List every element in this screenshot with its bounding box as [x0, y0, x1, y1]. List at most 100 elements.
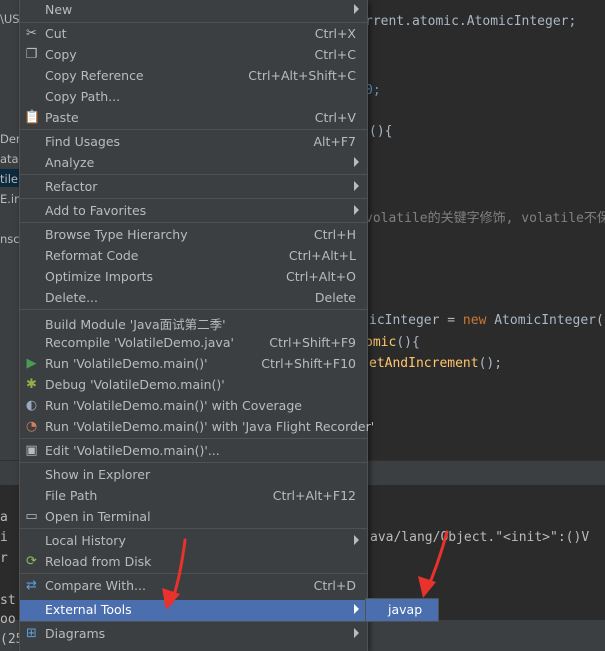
- menu-item-recompile[interactable]: Recompile 'VolatileDemo.java' Ctrl+Shift+…: [20, 333, 367, 354]
- menu-item-label: Copy Path...: [45, 89, 121, 104]
- menu-item-show-in-explorer[interactable]: Show in Explorer: [20, 465, 367, 486]
- menu-separator: [20, 129, 367, 130]
- menu-item-label: Copy: [45, 47, 77, 62]
- copy-icon: ❐: [25, 47, 38, 62]
- menu-separator: [20, 174, 367, 175]
- menu-item-label: Run 'VolatileDemo.main()' with 'Java Fli…: [45, 419, 375, 434]
- menu-item-shortcut: Ctrl+D: [313, 578, 356, 593]
- menu-item-label: Analyze: [45, 155, 95, 170]
- menu-item-new[interactable]: New: [20, 0, 367, 21]
- scissors-icon: ✂: [26, 26, 37, 41]
- menu-item-shortcut: Delete: [314, 290, 356, 305]
- menu-item-label: Cut: [45, 26, 67, 41]
- menu-item-copy-reference[interactable]: Copy Reference Ctrl+Alt+Shift+C: [20, 66, 367, 87]
- menu-item-label: Diagrams: [45, 626, 106, 641]
- submenu-arrow-icon: [354, 205, 359, 215]
- code-token: (){: [396, 335, 420, 350]
- menu-separator: [20, 198, 367, 199]
- menu-item-external-tools[interactable]: External Tools: [20, 600, 367, 621]
- menu-item-add-to-favorites[interactable]: Add to Favorites: [20, 201, 367, 222]
- menu-item-cut[interactable]: ✂ Cut Ctrl+X: [20, 24, 367, 45]
- menu-item-shortcut: Ctrl+C: [314, 47, 356, 62]
- menu-item-reload-from-disk[interactable]: ⟳ Reload from Disk: [20, 552, 367, 573]
- context-menu: New ✂ Cut Ctrl+X ❐ Copy Ctrl+C Copy Reference Ct…: [19, 0, 374, 651]
- external-tools-submenu: javap: [365, 598, 439, 622]
- menu-item-label: Find Usages: [45, 134, 121, 149]
- code-token: AtomicInteger(): [494, 313, 605, 328]
- menu-item-label: Optimize Imports: [45, 269, 154, 284]
- reload-icon: ⟳: [26, 554, 37, 569]
- console-fragment: st: [0, 593, 16, 608]
- menu-item-label: Run 'VolatileDemo.main()': [45, 356, 208, 371]
- menu-item-analyze[interactable]: Analyze: [20, 153, 367, 174]
- menu-item-label: Open in Terminal: [45, 509, 151, 524]
- code-token: icInteger =: [369, 313, 463, 328]
- menu-item-debug[interactable]: ✱ Debug 'VolatileDemo.main()': [20, 375, 367, 396]
- menu-item-reformat-code[interactable]: Reformat Code Ctrl+Alt+L: [20, 246, 367, 267]
- menu-item-label: Build Module 'Java面试第二季': [45, 317, 226, 332]
- menu-item-shortcut: Ctrl+Shift+F10: [261, 356, 356, 371]
- menu-item-build-module[interactable]: Build Module 'Java面试第二季': [20, 312, 367, 333]
- menu-separator: [20, 621, 367, 622]
- run-icon: ▶: [26, 356, 37, 371]
- menu-separator: [20, 309, 367, 310]
- menu-item-run[interactable]: ▶ Run 'VolatileDemo.main()' Ctrl+Shift+F10: [20, 354, 367, 375]
- code-token: (){: [369, 124, 393, 139]
- menu-separator: [20, 528, 367, 529]
- menu-item-label: Debug 'VolatileDemo.main()': [45, 377, 225, 392]
- code-token: etAndIncrement: [369, 356, 479, 371]
- menu-item-label: External Tools: [45, 602, 132, 617]
- project-item-fragment[interactable]: nsc: [0, 232, 20, 246]
- project-path-fragment: \US: [0, 12, 20, 26]
- debug-icon: ✱: [26, 377, 37, 392]
- menu-item-label: Delete...: [45, 290, 98, 305]
- flight-recorder-icon: ◔: [25, 419, 38, 434]
- menu-item-local-history[interactable]: Local History: [20, 531, 367, 552]
- terminal-icon: ▭: [25, 509, 38, 524]
- edit-config-icon: ▣: [25, 443, 38, 458]
- code-token: rrent.atomic.AtomicInteger;: [365, 14, 577, 29]
- submenu-item-javap[interactable]: javap: [366, 599, 438, 621]
- menu-separator: [20, 438, 367, 439]
- menu-item-paste[interactable]: 📋 Paste Ctrl+V: [20, 108, 367, 129]
- menu-item-label: New: [45, 2, 73, 17]
- code-line: volatile的关键字修饰, volatile不保: [365, 207, 605, 226]
- menu-separator: [20, 222, 367, 223]
- menu-item-shortcut: Alt+F7: [313, 134, 356, 149]
- menu-item-label: Refactor: [45, 179, 98, 194]
- console-fragment: a: [0, 510, 8, 525]
- menu-item-diagrams[interactable]: ⊞ Diagrams: [20, 624, 367, 645]
- menu-separator: [20, 573, 367, 574]
- menu-item-file-path[interactable]: File Path Ctrl+Alt+F12: [20, 486, 367, 507]
- menu-item-copy-path[interactable]: Copy Path...: [20, 87, 367, 108]
- menu-item-label: Run 'VolatileDemo.main()' with Coverage: [45, 398, 302, 413]
- menu-item-compare-with[interactable]: ⇄ Compare With... Ctrl+D: [20, 576, 367, 597]
- menu-item-optimize-imports[interactable]: Optimize Imports Ctrl+Alt+O: [20, 267, 367, 288]
- code-token: new: [462, 313, 495, 328]
- menu-item-refactor[interactable]: Refactor: [20, 177, 367, 198]
- submenu-arrow-icon: [354, 157, 359, 167]
- console-fragment: r: [0, 551, 8, 566]
- menu-item-shortcut: Ctrl+H: [313, 227, 356, 242]
- menu-item-copy[interactable]: ❐ Copy Ctrl+C: [20, 45, 367, 66]
- submenu-arrow-icon: [354, 181, 359, 191]
- project-item-fragment[interactable]: ata: [0, 152, 19, 166]
- menu-item-find-usages[interactable]: Find Usages Alt+F7: [20, 132, 367, 153]
- console-fragment: i: [0, 530, 8, 545]
- code-line: rrent.atomic.AtomicInteger;: [365, 14, 576, 29]
- console-fragment: oo: [0, 612, 16, 627]
- clipboard-icon: 📋: [24, 110, 41, 125]
- menu-item-edit-config[interactable]: ▣ Edit 'VolatileDemo.main()'...: [20, 441, 367, 462]
- menu-item-delete[interactable]: Delete... Delete: [20, 288, 367, 309]
- menu-item-shortcut: Ctrl+Alt+L: [288, 248, 356, 263]
- menu-separator: [20, 462, 367, 463]
- code-token: volatile的关键字修饰, volatile不保: [365, 211, 605, 226]
- menu-item-run-with-coverage[interactable]: ◐ Run 'VolatileDemo.main()' with Coverage: [20, 396, 367, 417]
- menu-item-browse-type-hierarchy[interactable]: Browse Type Hierarchy Ctrl+H: [20, 225, 367, 246]
- submenu-arrow-icon: [354, 604, 359, 614]
- menu-item-run-with-jfr[interactable]: ◔ Run 'VolatileDemo.main()' with 'Java Fl…: [20, 417, 374, 438]
- code-token: omic: [365, 335, 397, 350]
- menu-item-open-in-terminal[interactable]: ▭ Open in Terminal: [20, 507, 367, 528]
- menu-item-shortcut: Ctrl+V: [314, 110, 356, 125]
- menu-item-label: Edit 'VolatileDemo.main()'...: [45, 443, 220, 458]
